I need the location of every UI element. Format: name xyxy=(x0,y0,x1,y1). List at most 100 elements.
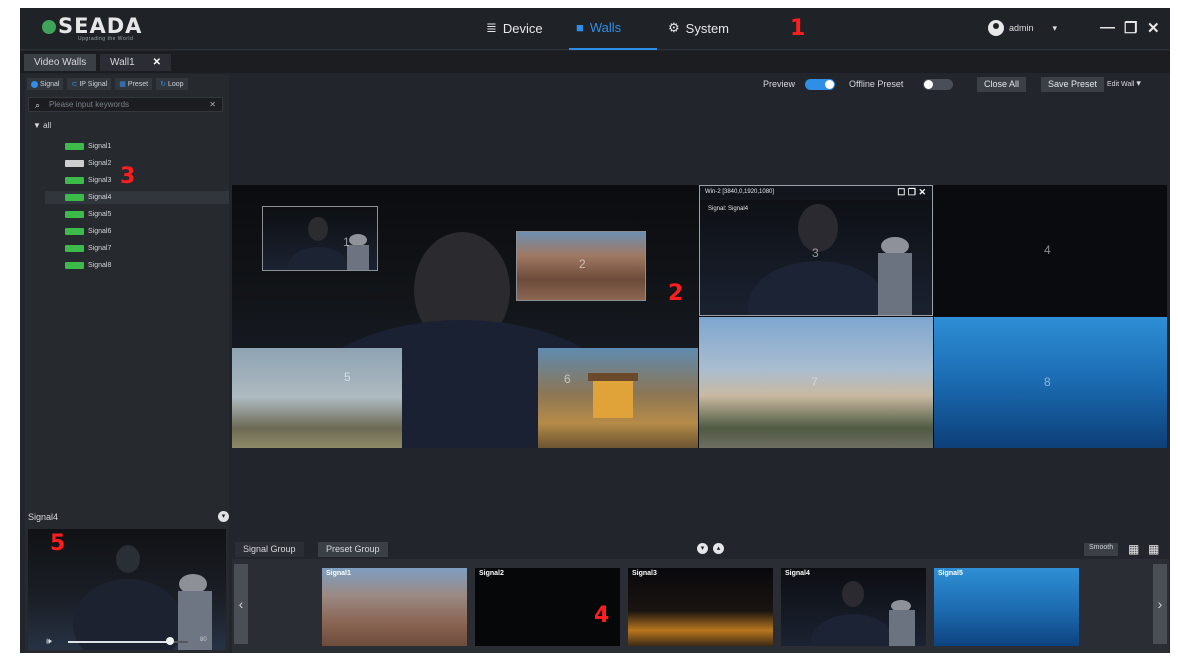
avatar-icon xyxy=(988,20,1004,36)
nav-system[interactable]: ⚙ System xyxy=(668,20,729,36)
annotation-2: 2 xyxy=(668,281,684,306)
expand-up-icon[interactable]: ▴ xyxy=(713,543,724,554)
preview-video: 5 🕪 80 xyxy=(28,529,226,650)
clear-icon[interactable]: ✕ xyxy=(209,98,216,111)
volume-knob[interactable] xyxy=(166,637,174,645)
preview-toggle[interactable] xyxy=(805,79,835,90)
window-number: 4 xyxy=(1044,243,1051,257)
minimize-icon[interactable]: — xyxy=(1100,19,1115,36)
annotation-4: 4 xyxy=(594,603,610,628)
grid-icon: ■ xyxy=(576,20,584,35)
selected-wall-window[interactable]: Win-2 [3840,0,1920,1080] ☐ ❐ ✕ Signal: S… xyxy=(699,185,933,316)
annotation-1: 1 xyxy=(790,16,806,41)
tab-ip-signal[interactable]: ⊂ IP Signal xyxy=(67,78,112,90)
annotation-3: 3 xyxy=(120,164,136,189)
signal-status-icon xyxy=(65,160,84,167)
app-window: SEADA Upgrading the World ≣ Device ■ Walls… xyxy=(20,8,1170,653)
signal-thumbnail[interactable]: Signal1 xyxy=(322,568,467,646)
signal-item[interactable]: Signal6 xyxy=(65,225,225,238)
grid-3x3-icon[interactable]: ▦ xyxy=(1148,542,1159,556)
signal-status-icon xyxy=(65,143,84,150)
wall-window[interactable]: 5 xyxy=(232,348,402,448)
signal-thumbnail[interactable]: Signal3 xyxy=(628,568,773,646)
wall-window[interactable]: 7 xyxy=(699,317,933,448)
user-menu[interactable]: admin ▾ xyxy=(988,20,1057,36)
close-all-button[interactable]: Close All xyxy=(977,77,1027,92)
nav-device[interactable]: ≣ Device xyxy=(486,20,543,36)
window-number: 6 xyxy=(564,372,571,386)
tab-signal[interactable]: Signal xyxy=(27,78,64,90)
signal-item[interactable]: Signal5 xyxy=(65,208,225,221)
signal-item[interactable]: Signal1 xyxy=(65,140,225,153)
top-bar: SEADA Upgrading the World ≣ Device ■ Walls… xyxy=(20,8,1170,50)
signal-item[interactable]: Signal7 xyxy=(65,242,225,255)
search-input[interactable]: ⌕ Please input keywords ✕ xyxy=(28,97,223,112)
volume-value: 80 xyxy=(200,637,207,643)
signal-thumbnail[interactable]: Signal5 xyxy=(934,568,1079,646)
signal-status-icon xyxy=(65,177,84,184)
signal-item[interactable]: Signal8 xyxy=(65,259,225,272)
tab-preset-group[interactable]: Preset Group xyxy=(318,542,388,557)
save-preset-button[interactable]: Save Preset xyxy=(1041,77,1105,92)
tab-preset[interactable]: ▦ Preset xyxy=(115,78,153,90)
tab-wall1[interactable]: Wall1 ✕ xyxy=(100,54,172,71)
scroll-left-icon[interactable]: ‹ xyxy=(234,564,248,644)
tab-signal-group[interactable]: Signal Group xyxy=(235,542,304,557)
signal-item[interactable]: Signal2 xyxy=(65,157,225,170)
expand-icon[interactable]: ▾ xyxy=(218,511,229,522)
group-bar: Signal Group Preset Group ▾ ▴ Smooth ▦ ▦ xyxy=(232,540,1169,558)
signal-icon xyxy=(31,80,38,88)
nav-walls[interactable]: ■ Walls xyxy=(576,20,621,35)
scroll-right-icon[interactable]: › xyxy=(1153,564,1167,644)
window-number: 3 xyxy=(812,246,819,260)
collapse-icon[interactable]: ▾ xyxy=(697,543,708,554)
ip-icon: ⊂ xyxy=(71,81,78,88)
window-signal-label: Signal: Signal4 xyxy=(708,206,749,212)
close-tab-icon[interactable]: ✕ xyxy=(153,57,161,68)
thumbnail-frame xyxy=(811,581,915,646)
signal-item[interactable]: Signal3 xyxy=(65,174,225,187)
maximize-icon[interactable]: ☐ xyxy=(897,187,905,197)
restore-icon[interactable]: ❐ xyxy=(908,187,916,197)
wall-window[interactable]: 2 xyxy=(516,231,646,301)
preview-signal-name: Signal4 xyxy=(28,512,59,522)
annotation-5: 5 xyxy=(50,531,66,556)
logo-tagline: Upgrading the World xyxy=(78,36,134,42)
active-tab-indicator xyxy=(569,48,657,50)
wall-window[interactable]: 1 xyxy=(262,206,378,271)
preset-icon: ▦ xyxy=(119,81,126,88)
close-icon[interactable]: ✕ xyxy=(1147,19,1160,37)
signal-status-icon xyxy=(65,245,84,252)
volume-icon[interactable]: 🕪 xyxy=(46,636,52,647)
window-number: 2 xyxy=(579,257,586,271)
wall-window[interactable]: 6 xyxy=(538,348,698,448)
signal-source-tabs: Signal ⊂ IP Signal ▦ Preset ↻ Loop xyxy=(25,78,229,92)
wall-window[interactable]: 8 xyxy=(934,317,1167,448)
wall-window[interactable]: 4 xyxy=(934,185,1167,316)
signal-item-selected[interactable]: Signal4 xyxy=(45,191,229,204)
close-icon[interactable]: ✕ xyxy=(918,187,926,197)
tab-loop[interactable]: ↻ Loop xyxy=(156,78,188,90)
edit-wall-dropdown[interactable]: Edit Wall ▾ xyxy=(1107,78,1141,89)
search-icon: ⌕ xyxy=(35,100,41,110)
signal-status-icon xyxy=(65,228,84,235)
window-video-frame xyxy=(288,217,369,270)
loop-icon: ↻ xyxy=(160,81,166,88)
signal-thumbnail[interactable]: Signal4 xyxy=(781,568,926,646)
offline-preset-toggle[interactable] xyxy=(923,79,953,90)
window-controls: ☐ ❐ ✕ xyxy=(897,187,926,198)
caret-down-icon: ▼ xyxy=(33,121,41,130)
tree-root[interactable]: ▼ all xyxy=(33,121,51,130)
signal-thumbnails: ‹ Signal1 Signal2 Signal3 Signal4 Signal… xyxy=(232,559,1169,653)
tab-video-walls[interactable]: Video Walls xyxy=(24,54,97,71)
window-video-frame xyxy=(588,373,638,418)
preview-label: Preview xyxy=(763,79,796,89)
window-title-bar[interactable]: Win-2 [3840,0,1920,1080] ☐ ❐ ✕ xyxy=(700,186,932,200)
wall-toolbar: Preview Offline Preset Close All Save Pr… xyxy=(233,74,1170,94)
smooth-button[interactable]: Smooth xyxy=(1084,543,1119,556)
grid-2x2-icon[interactable]: ▦ xyxy=(1128,542,1139,556)
window-number: 5 xyxy=(344,370,351,384)
restore-icon[interactable]: ❐ xyxy=(1124,19,1137,37)
chevron-down-icon: ▾ xyxy=(1052,22,1058,33)
video-wall: 1 2 2 5 6 Win-2 [3840,0,1920,1080] ☐ ❐ ✕… xyxy=(232,185,1167,448)
